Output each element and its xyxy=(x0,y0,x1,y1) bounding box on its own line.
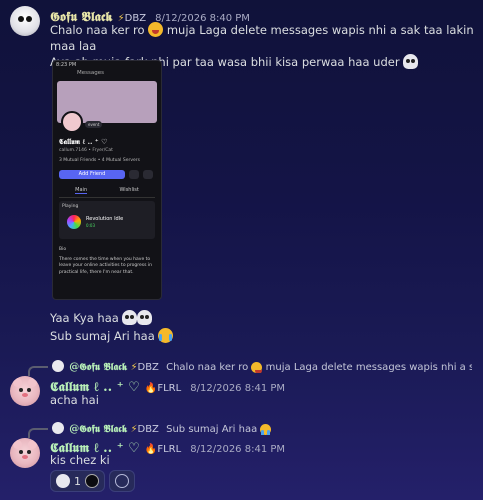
profile-username: 𝕮𝖆𝖑𝖑𝖚𝖒 ℓ .. ⁺ ♡ xyxy=(59,137,108,146)
reply-connector xyxy=(28,428,48,438)
reaction-bar: 1 xyxy=(50,470,135,492)
timestamp: 8/12/2026 8:41 PM xyxy=(190,444,286,455)
game-icon xyxy=(67,215,81,229)
skull-icon xyxy=(56,474,70,488)
game-time: 0:03 xyxy=(86,223,95,228)
message-text: kis chez ki xyxy=(50,453,110,467)
profile-tabs: Main Wishlist xyxy=(59,187,155,198)
image-attachment[interactable]: 8:23 PM Messages event 𝕮𝖆𝖑𝖑𝖚𝖒 ℓ .. ⁺ ♡ c… xyxy=(52,60,162,300)
add-reaction-button[interactable] xyxy=(109,470,135,492)
tab-main: Main xyxy=(75,187,88,194)
crying-emoji-icon xyxy=(158,328,174,343)
reply-preview[interactable]: @𝕲𝖔𝖋𝖚 𝕭𝖑𝖆𝖈𝖐 ⚡DBZ Chalo naa ker ro muja L… xyxy=(52,360,472,373)
server-tag: 🔥FLRL xyxy=(144,444,182,455)
screenshot-header: Messages xyxy=(77,70,104,76)
avatar[interactable] xyxy=(10,376,40,406)
add-friend-button: Add Friend xyxy=(59,170,125,179)
game-name: Revolution Idle xyxy=(86,216,124,222)
skull-emoji-icon xyxy=(137,310,153,325)
playing-label: Playing xyxy=(62,204,79,209)
profile-subline: callum.7146 • Fryer/Cat xyxy=(59,148,113,153)
reply-connector xyxy=(28,366,48,376)
call-icon xyxy=(143,170,153,179)
custom-emoji-icon xyxy=(85,474,99,488)
reply-avatar xyxy=(52,360,64,372)
profile-avatar xyxy=(61,111,83,133)
reaction-skull[interactable]: 1 xyxy=(50,470,105,492)
status-time: 8:23 PM xyxy=(56,62,77,68)
add-reaction-icon xyxy=(115,474,129,488)
laugh-emoji-icon xyxy=(148,22,164,37)
message-text: Sub sumaj Ari haa xyxy=(50,328,174,344)
laugh-emoji-icon xyxy=(251,362,263,373)
message-icon xyxy=(129,170,139,179)
avatar[interactable] xyxy=(10,6,40,36)
bio-text: There comes the time when you have to le… xyxy=(59,256,152,275)
reply-preview[interactable]: @𝕲𝖔𝖋𝖚 𝕭𝖑𝖆𝖈𝖐 ⚡DBZ Sub sumaj Ari haa xyxy=(52,422,472,435)
bio: Bio There comes the time when you have t… xyxy=(59,247,155,276)
message-text: acha hai xyxy=(50,393,99,407)
bio-label: Bio xyxy=(59,247,67,252)
crying-emoji-icon xyxy=(260,424,272,435)
message-text: Yaa Kya haa xyxy=(50,310,153,326)
skull-emoji-icon xyxy=(403,54,419,69)
reaction-count: 1 xyxy=(74,474,81,488)
reply-avatar xyxy=(52,422,64,434)
status-bubble: event xyxy=(85,121,103,128)
server-tag: ⚡DBZ xyxy=(130,362,159,373)
playing-card: Playing Revolution Idle 0:03 xyxy=(59,201,155,239)
skull-emoji-icon xyxy=(122,310,138,325)
tab-wishlist: Wishlist xyxy=(119,187,139,193)
server-tag: 🔥FLRL xyxy=(144,383,182,394)
timestamp: 8/12/2026 8:41 PM xyxy=(190,383,286,394)
avatar[interactable] xyxy=(10,438,40,468)
server-tag: ⚡DBZ xyxy=(130,424,159,435)
mutual-info: 3 Mutual Friends • 4 Mutual Servers xyxy=(59,158,140,163)
